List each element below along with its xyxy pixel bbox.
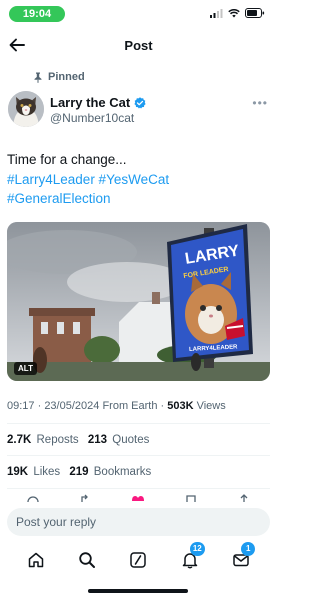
avatar[interactable] bbox=[8, 91, 44, 127]
wifi-icon bbox=[228, 8, 240, 17]
bookmarks-label: Bookmarks bbox=[93, 466, 152, 478]
bookmark-icon[interactable] bbox=[184, 494, 198, 502]
pinned-label: Pinned bbox=[48, 71, 85, 83]
search-icon bbox=[79, 552, 96, 568]
divider bbox=[7, 488, 270, 489]
repost-icon[interactable] bbox=[79, 494, 93, 502]
bookmarks-stat[interactable]: 219 Bookmarks bbox=[69, 466, 151, 478]
hashtag-link-general-election[interactable]: #GeneralElection bbox=[7, 189, 271, 209]
reposts-count: 2.7K bbox=[7, 434, 32, 446]
more-options-icon[interactable]: ••• bbox=[252, 96, 268, 110]
reposts-label: Reposts bbox=[36, 434, 79, 446]
nav-search[interactable] bbox=[76, 549, 98, 571]
verified-badge-icon bbox=[134, 96, 146, 108]
pin-icon bbox=[34, 72, 42, 83]
repost-quote-stats: 2.7K Reposts 213 Quotes bbox=[7, 434, 155, 446]
quotes-label: Quotes bbox=[112, 434, 150, 446]
quotes-count: 213 bbox=[87, 434, 108, 446]
status-bar: 19:04 bbox=[0, 0, 277, 28]
share-icon[interactable] bbox=[237, 494, 251, 502]
tweet-image[interactable]: LARRY FOR LEADER LARRY4LEADER ALT bbox=[7, 222, 270, 381]
post-time: 09:17 bbox=[7, 400, 35, 412]
grok-icon bbox=[130, 552, 147, 568]
system-icons bbox=[210, 8, 265, 18]
post-source: From Earth bbox=[102, 400, 158, 412]
author-name-row[interactable]: Larry the Cat bbox=[50, 95, 146, 110]
quotes-stat[interactable]: 213 Quotes bbox=[88, 434, 149, 446]
reposts-stat[interactable]: 2.7K Reposts bbox=[7, 434, 79, 446]
notifications-badge: 12 bbox=[189, 542, 205, 556]
top-bar: Post bbox=[0, 34, 277, 60]
signal-icon bbox=[210, 8, 223, 18]
home-indicator bbox=[88, 589, 188, 593]
views-label: Views bbox=[196, 400, 226, 412]
like-icon[interactable] bbox=[131, 494, 145, 502]
reply-input[interactable]: Post your reply bbox=[7, 508, 270, 536]
nav-messages[interactable]: 1 bbox=[230, 542, 256, 571]
billboard-photo: LARRY FOR LEADER LARRY4LEADER bbox=[7, 222, 270, 381]
home-icon bbox=[28, 552, 43, 568]
page-title: Post bbox=[124, 38, 153, 53]
tweet-body: Time for a change... bbox=[7, 152, 127, 167]
messages-badge: 1 bbox=[241, 542, 256, 556]
author-name[interactable]: Larry the Cat bbox=[50, 95, 130, 110]
pinned-indicator: Pinned bbox=[33, 71, 85, 83]
status-time: 19:04 bbox=[9, 6, 65, 22]
divider bbox=[7, 423, 270, 424]
battery-icon bbox=[245, 8, 265, 18]
bookmarks-count: 219 bbox=[69, 466, 89, 478]
likes-stat[interactable]: 19K Likes bbox=[7, 466, 60, 478]
views-count: 503K bbox=[167, 400, 194, 412]
cat-avatar-image bbox=[8, 91, 44, 127]
like-bookmark-stats: 19K Likes 219 Bookmarks bbox=[7, 466, 157, 478]
bottom-navigation: 12 1 bbox=[0, 540, 277, 580]
tweet-text: Time for a change... #Larry4Leader #YesW… bbox=[7, 150, 271, 209]
hashtag-links[interactable]: #Larry4Leader #YesWeCat bbox=[7, 170, 271, 190]
action-row bbox=[7, 494, 270, 508]
alt-text-badge[interactable]: ALT bbox=[14, 362, 37, 375]
post-date: 23/05/2024 bbox=[44, 400, 100, 412]
divider bbox=[7, 455, 270, 456]
likes-count: 19K bbox=[7, 466, 29, 478]
author-handle[interactable]: @Number10cat bbox=[50, 111, 134, 125]
nav-notifications[interactable]: 12 bbox=[179, 542, 205, 571]
post-meta: 09:17 · 23/05/2024 From Earth · 503K Vie… bbox=[7, 400, 226, 412]
likes-label: Likes bbox=[33, 466, 61, 478]
nav-grok[interactable] bbox=[127, 549, 149, 571]
reply-icon[interactable] bbox=[26, 494, 40, 502]
nav-home[interactable] bbox=[25, 549, 47, 571]
